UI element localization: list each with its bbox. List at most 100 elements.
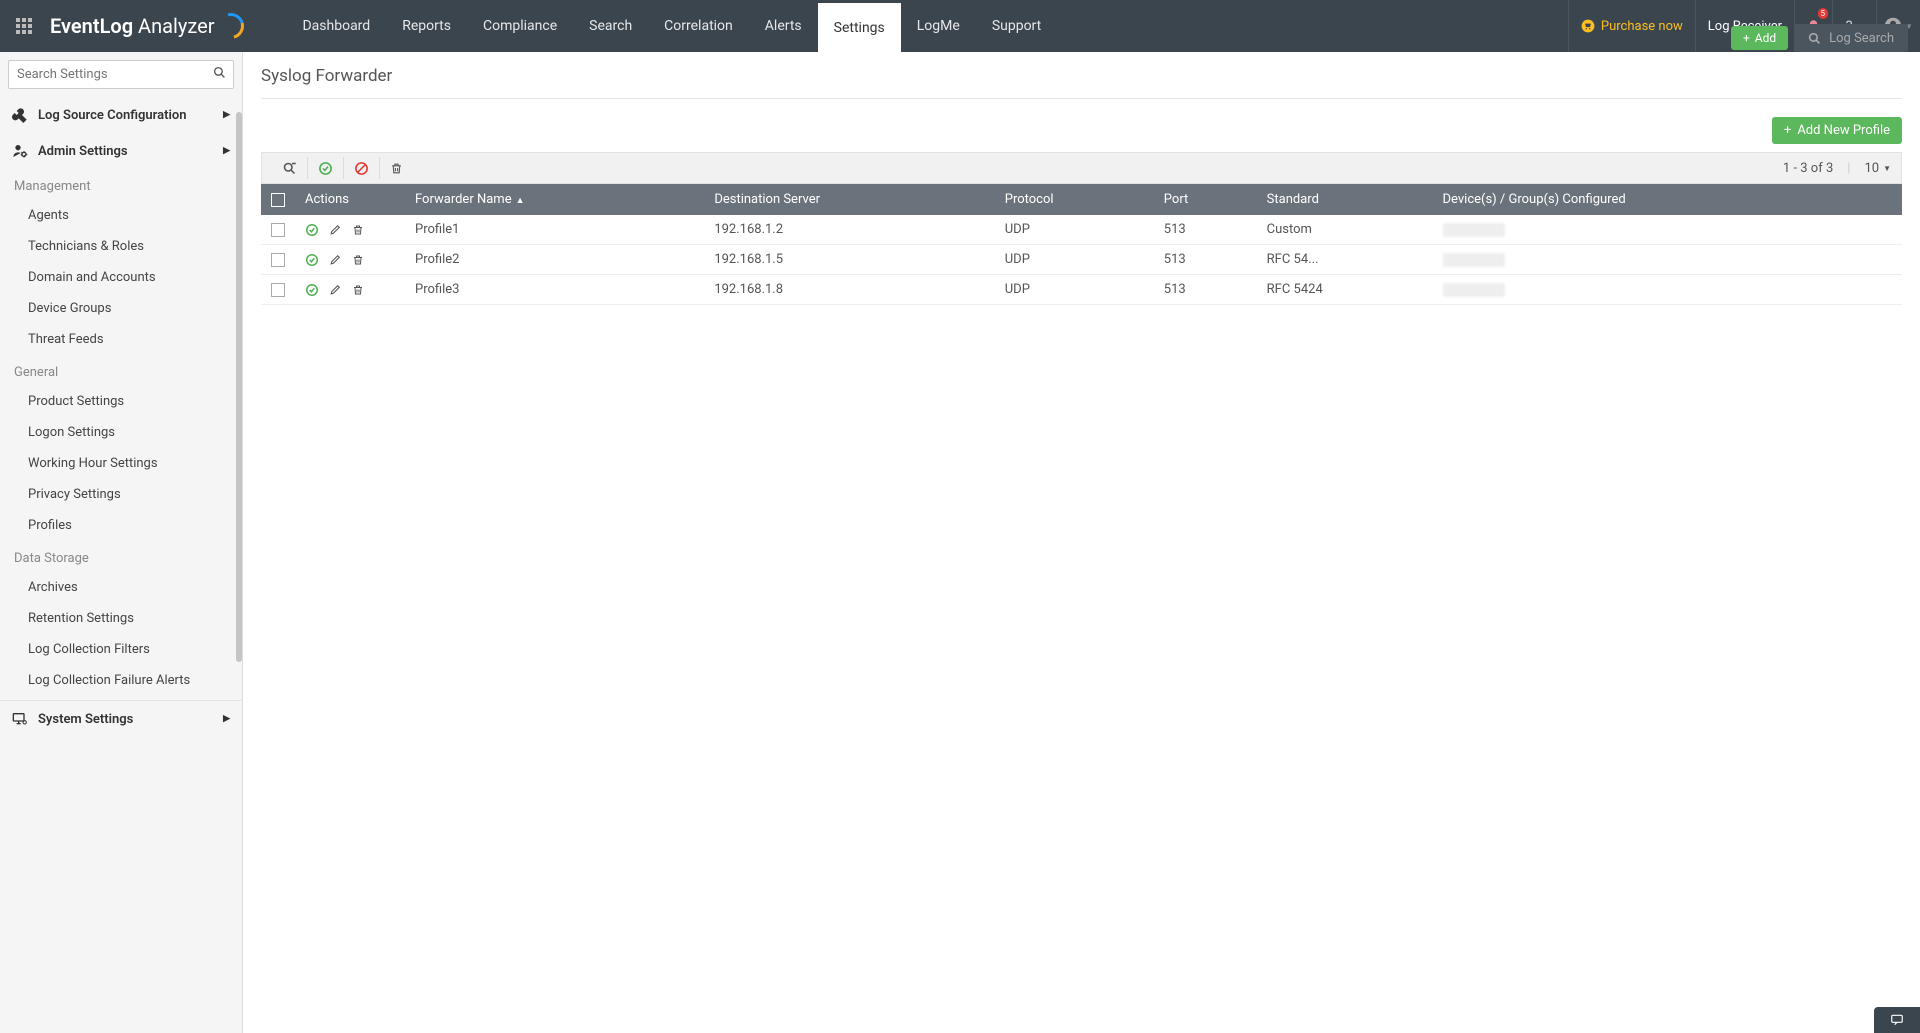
tab-compliance[interactable]: Compliance — [467, 0, 573, 52]
delete-icon[interactable] — [352, 254, 364, 266]
sidebar-section-log-source[interactable]: Log Source Configuration ▶ — [0, 97, 242, 133]
delete-icon[interactable] — [380, 157, 413, 179]
enable-icon[interactable] — [305, 223, 319, 237]
enable-icon[interactable] — [305, 283, 319, 297]
row-checkbox[interactable] — [271, 283, 285, 297]
table-row: Profile3192.168.1.8UDP513RFC 5424 — [261, 275, 1902, 305]
row-checkbox[interactable] — [271, 223, 285, 237]
cell-forwarder-name: Profile3 — [405, 275, 704, 305]
app-logo[interactable]: EventLog Analyzer — [50, 13, 244, 39]
cell-protocol: UDP — [995, 245, 1154, 275]
cell-destination: 192.168.1.8 — [704, 275, 994, 305]
pagesize-selector[interactable]: 10 ▼ — [1864, 161, 1891, 176]
apps-menu-icon[interactable] — [10, 12, 38, 40]
sidebar-item-log-collection-failure-alerts[interactable]: Log Collection Failure Alerts — [0, 665, 242, 696]
cell-protocol: UDP — [995, 275, 1154, 305]
tab-settings[interactable]: Settings — [818, 0, 901, 52]
page-title: Syslog Forwarder — [261, 66, 1902, 99]
sidebar-item-device-groups[interactable]: Device Groups — [0, 293, 242, 324]
sidebar-item-working-hour-settings[interactable]: Working Hour Settings — [0, 448, 242, 479]
sidebar-item-privacy-settings[interactable]: Privacy Settings — [0, 479, 242, 510]
sidebar-item-domain-and-accounts[interactable]: Domain and Accounts — [0, 262, 242, 293]
col-device-s-group-s-configured[interactable]: Device(s) / Group(s) Configured — [1433, 184, 1902, 215]
purchase-now-link[interactable]: Purchase now — [1568, 0, 1695, 52]
tab-search[interactable]: Search — [573, 0, 648, 52]
cart-icon — [1581, 19, 1595, 33]
action-row: + Add New Profile — [261, 117, 1902, 144]
logo-arc-icon — [214, 8, 250, 44]
content: Syslog Forwarder + Add New Profile — [243, 52, 1920, 1033]
edit-icon[interactable] — [329, 253, 342, 266]
col-forwarder-name[interactable]: Forwarder Name▲ — [405, 184, 704, 215]
sidebar-item-threat-feeds[interactable]: Threat Feeds — [0, 324, 242, 355]
row-checkbox[interactable] — [271, 253, 285, 267]
log-search-button[interactable]: Log Search — [1794, 24, 1908, 52]
sidebar-item-retention-settings[interactable]: Retention Settings — [0, 603, 242, 634]
table-row: Profile2192.168.1.5UDP513RFC 54... — [261, 245, 1902, 275]
enable-icon[interactable] — [308, 157, 344, 179]
col-actions[interactable]: Actions — [295, 184, 405, 215]
section-label: Admin Settings — [38, 144, 128, 159]
add-new-profile-button[interactable]: + Add New Profile — [1772, 117, 1902, 144]
sidebar-group-title: General — [0, 355, 242, 386]
edit-icon[interactable] — [329, 223, 342, 236]
sidebar-group-title: Management — [0, 169, 242, 200]
cell-port: 513 — [1154, 275, 1257, 305]
plus-icon: + — [1743, 31, 1750, 45]
edit-icon[interactable] — [329, 283, 342, 296]
table-row: Profile1192.168.1.2UDP513Custom — [261, 215, 1902, 245]
col-checkbox — [261, 184, 295, 215]
add-label: Add — [1755, 31, 1776, 45]
cell-port: 513 — [1154, 215, 1257, 245]
cell-devices — [1433, 275, 1902, 305]
col-destination-server[interactable]: Destination Server — [704, 184, 994, 215]
profiles-table: ActionsForwarder Name▲Destination Server… — [261, 184, 1902, 305]
notif-badge: 5 — [1818, 8, 1829, 19]
sidebar-item-agents[interactable]: Agents — [0, 200, 242, 231]
add-profile-label: Add New Profile — [1797, 123, 1890, 138]
col-port[interactable]: Port — [1154, 184, 1257, 215]
pagination-range: 1 - 3 of 3 — [1783, 161, 1833, 176]
sidebar-item-technicians-roles[interactable]: Technicians & Roles — [0, 231, 242, 262]
select-all-checkbox[interactable] — [271, 193, 285, 207]
sidebar-item-log-collection-filters[interactable]: Log Collection Filters — [0, 634, 242, 665]
column-search-icon[interactable] — [272, 157, 308, 179]
cell-port: 513 — [1154, 245, 1257, 275]
cell-standard: Custom — [1257, 215, 1433, 245]
tab-reports[interactable]: Reports — [386, 0, 467, 52]
sidebar-section-admin[interactable]: Admin Settings ▶ — [0, 133, 242, 169]
enable-icon[interactable] — [305, 253, 319, 267]
col-standard[interactable]: Standard — [1257, 184, 1433, 215]
sidebar-item-archives[interactable]: Archives — [0, 572, 242, 603]
topbar: EventLog Analyzer DashboardReportsCompli… — [0, 0, 1920, 52]
sidebar-item-profiles[interactable]: Profiles — [0, 510, 242, 541]
cell-forwarder-name: Profile1 — [405, 215, 704, 245]
tab-logme[interactable]: LogMe — [901, 0, 976, 52]
tab-alerts[interactable]: Alerts — [749, 0, 818, 52]
sidebar-item-product-settings[interactable]: Product Settings — [0, 386, 242, 417]
tab-support[interactable]: Support — [976, 0, 1057, 52]
cell-devices — [1433, 245, 1902, 275]
disable-icon[interactable] — [344, 157, 380, 179]
col-protocol[interactable]: Protocol — [995, 184, 1154, 215]
tab-correlation[interactable]: Correlation — [648, 0, 749, 52]
topbar-left: EventLog Analyzer DashboardReportsCompli… — [10, 0, 1057, 52]
section-label: Log Source Configuration — [38, 108, 186, 123]
delete-icon[interactable] — [352, 284, 364, 296]
search-icon[interactable] — [213, 66, 226, 79]
sidebar-item-logon-settings[interactable]: Logon Settings — [0, 417, 242, 448]
top-nav: DashboardReportsComplianceSearchCorrelat… — [286, 0, 1057, 52]
sidebar-section-system[interactable]: System Settings ▶ — [0, 700, 242, 737]
tab-dashboard[interactable]: Dashboard — [286, 0, 386, 52]
sidebar-scrollbar[interactable] — [236, 112, 242, 662]
add-button[interactable]: + Add — [1731, 26, 1788, 50]
search-icon — [1808, 32, 1821, 45]
delete-icon[interactable] — [352, 224, 364, 236]
pagesize-value: 10 — [1864, 161, 1879, 176]
main: Log Source Configuration ▶ Admin Setting… — [0, 52, 1920, 1033]
chat-fab[interactable] — [1874, 1007, 1920, 1033]
section-label: System Settings — [38, 712, 133, 727]
search-settings-input[interactable] — [8, 60, 234, 89]
plus-icon: + — [1784, 123, 1791, 138]
table-toolbar: 1 - 3 of 3 | 10 ▼ — [261, 152, 1902, 184]
